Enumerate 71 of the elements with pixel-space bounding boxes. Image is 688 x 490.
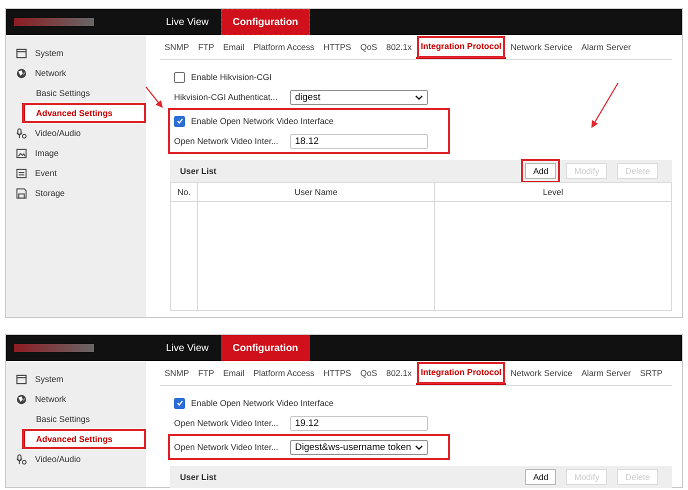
input-field[interactable]: 19.12 [290, 416, 428, 430]
tab[interactable]: 802.1x [382, 35, 416, 59]
checkbox-label: Enable Open Network Video Interface [191, 398, 334, 408]
field-label: Hikvision-CGI Authenticat... [174, 92, 278, 102]
nav-tab[interactable]: Configuration [220, 9, 310, 35]
tab[interactable]: Platform Access [248, 35, 319, 59]
caret-icon [415, 94, 423, 100]
checkbox-label: Enable Open Network Video Interface [191, 116, 334, 126]
arrow [146, 86, 163, 108]
list-action-button[interactable]: Add [525, 469, 556, 485]
column-header: No. [171, 183, 198, 201]
tab[interactable]: Network Service [506, 361, 577, 385]
tab[interactable]: Email [218, 35, 249, 59]
tab[interactable]: SRTP [635, 361, 668, 385]
list-action-button[interactable]: Add [525, 163, 556, 179]
column-header: Level [542, 186, 564, 199]
sidebar-item[interactable]: Video/Audio [6, 449, 146, 469]
microphone-icon [16, 128, 27, 138]
sidebar-item[interactable]: Video/Audio [6, 123, 146, 143]
globe-icon [16, 68, 27, 78]
tab[interactable]: Integration Protocol [416, 361, 506, 385]
user-list-title: User List [180, 472, 216, 482]
tab[interactable]: HTTPS [318, 361, 356, 385]
sidebar-subitem[interactable]: Advanced Settings [22, 103, 146, 123]
sidebar-item[interactable]: Image [6, 143, 146, 163]
globe-icon [16, 394, 27, 404]
sidebar-item[interactable]: System [6, 369, 146, 389]
dropdown[interactable]: digest [290, 90, 428, 104]
calendar-icon [16, 168, 27, 178]
field-label: Open Network Video Inter... [174, 136, 280, 146]
checkbox[interactable] [174, 116, 185, 126]
checkbox-label: Enable Hikvision-CGI [191, 72, 272, 82]
tab[interactable]: HTTPS [318, 35, 356, 59]
tab[interactable]: Alarm Server [576, 35, 636, 59]
checkbox[interactable] [174, 398, 185, 408]
sidebar-subitem[interactable]: Basic Settings [6, 83, 146, 103]
field-label: Open Network Video Inter... [174, 418, 280, 428]
sidebar-item[interactable]: Network [6, 389, 146, 409]
tab[interactable]: 802.1x [382, 361, 416, 385]
caret-icon [415, 444, 423, 450]
window-icon [16, 48, 27, 58]
arrow [591, 82, 619, 128]
tab[interactable]: Platform Access [248, 361, 319, 385]
sidebar-subitem[interactable]: Advanced Settings [22, 429, 146, 449]
tab[interactable]: FTP [194, 361, 219, 385]
sidebar-item[interactable]: System [6, 43, 146, 63]
tab[interactable]: SNMP [160, 35, 194, 59]
tab[interactable]: QoS [356, 35, 382, 59]
nav-tab[interactable]: Configuration [220, 335, 310, 361]
input-field[interactable]: 18.12 [290, 134, 428, 148]
nav-tab[interactable]: Live View [154, 9, 221, 35]
sidebar-subitem[interactable]: Basic Settings [6, 409, 146, 429]
user-list-title: User List [180, 166, 216, 176]
dropdown[interactable]: Digest&ws-username token [290, 440, 428, 454]
checkbox[interactable] [174, 72, 185, 82]
tab[interactable]: FTP [194, 35, 219, 59]
tab[interactable]: SNMP [160, 361, 194, 385]
tab[interactable]: QoS [356, 361, 382, 385]
sidebar-item[interactable]: Network [6, 63, 146, 83]
sidebar-item[interactable]: Storage [6, 183, 146, 203]
nav-tab[interactable]: Live View [154, 335, 221, 361]
window-icon [16, 374, 27, 384]
column-header: User Name [198, 183, 435, 201]
sidebar-item[interactable]: Event [6, 163, 146, 183]
microphone-icon [16, 454, 27, 464]
tab[interactable]: Network Service [506, 35, 577, 59]
tab[interactable]: Email [218, 361, 249, 385]
tab[interactable]: Alarm Server [576, 361, 636, 385]
picture-icon [16, 148, 27, 158]
tab[interactable]: Integration Protocol [416, 35, 506, 59]
field-label: Open Network Video Inter... [174, 442, 280, 452]
